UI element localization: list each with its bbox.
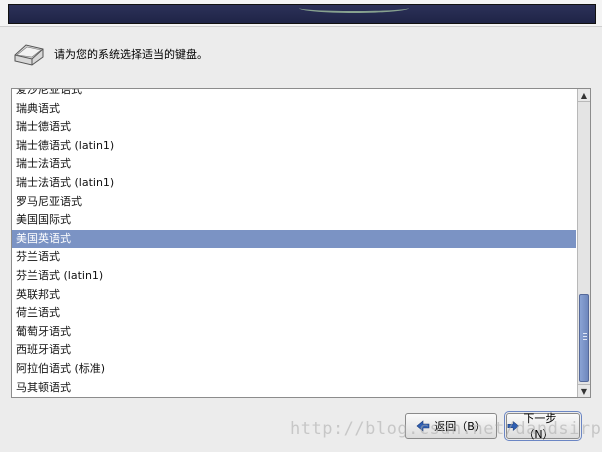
watermark: http://blog.csdn.net/dandsirpp <box>290 419 602 439</box>
header-bar <box>8 4 596 24</box>
vertical-scrollbar[interactable]: ▲ ▼ <box>577 89 590 397</box>
list-item[interactable]: 瑞典语式 <box>12 100 576 119</box>
list-item[interactable]: 芬兰语式 <box>12 248 576 267</box>
list-item[interactable]: 马其顿语式 <box>12 379 576 398</box>
prompt-row: 请为您的系统选择适当的键盘。 <box>12 40 208 68</box>
list-item[interactable]: 西班牙语式 <box>12 341 576 360</box>
list-item[interactable]: 瑞士法语式 <box>12 155 576 174</box>
keyboard-list-items: 爱沙尼亚语式 瑞典语式 瑞士德语式 瑞士德语式 (latin1) 瑞士法语式 瑞士法语式 … <box>12 89 576 398</box>
list-item[interactable]: 瑞士法语式 (latin1) <box>12 174 576 193</box>
scroll-thumb[interactable] <box>579 294 589 382</box>
list-item[interactable]: 美国国际式 <box>12 211 576 230</box>
list-item[interactable]: 爱沙尼亚语式 <box>12 89 576 100</box>
list-item[interactable]: 荷兰语式 <box>12 304 576 323</box>
keyboard-layout-list[interactable]: 爱沙尼亚语式 瑞典语式 瑞士德语式 瑞士德语式 (latin1) 瑞士法语式 瑞士法语式 … <box>11 88 591 398</box>
keyboard-icon <box>14 44 44 66</box>
list-item[interactable]: 英联邦式 <box>12 286 576 305</box>
header-logo-swoosh <box>299 3 409 13</box>
scroll-down-arrow-icon[interactable]: ▼ <box>578 384 590 397</box>
top-banner <box>0 0 602 27</box>
scroll-up-arrow-icon[interactable]: ▲ <box>578 89 590 102</box>
list-item[interactable]: 罗马尼亚语式 <box>12 193 576 212</box>
list-item[interactable]: 瑞士德语式 <box>12 118 576 137</box>
list-item[interactable]: 美国英语式 <box>12 229 576 249</box>
list-item[interactable]: 芬兰语式 (latin1) <box>12 267 576 286</box>
list-item[interactable]: 葡萄牙语式 <box>12 323 576 342</box>
list-item[interactable]: 阿拉伯语式 (标准) <box>12 360 576 379</box>
list-item[interactable]: 瑞士德语式 (latin1) <box>12 137 576 156</box>
prompt-text: 请为您的系统选择适当的键盘。 <box>54 48 208 61</box>
